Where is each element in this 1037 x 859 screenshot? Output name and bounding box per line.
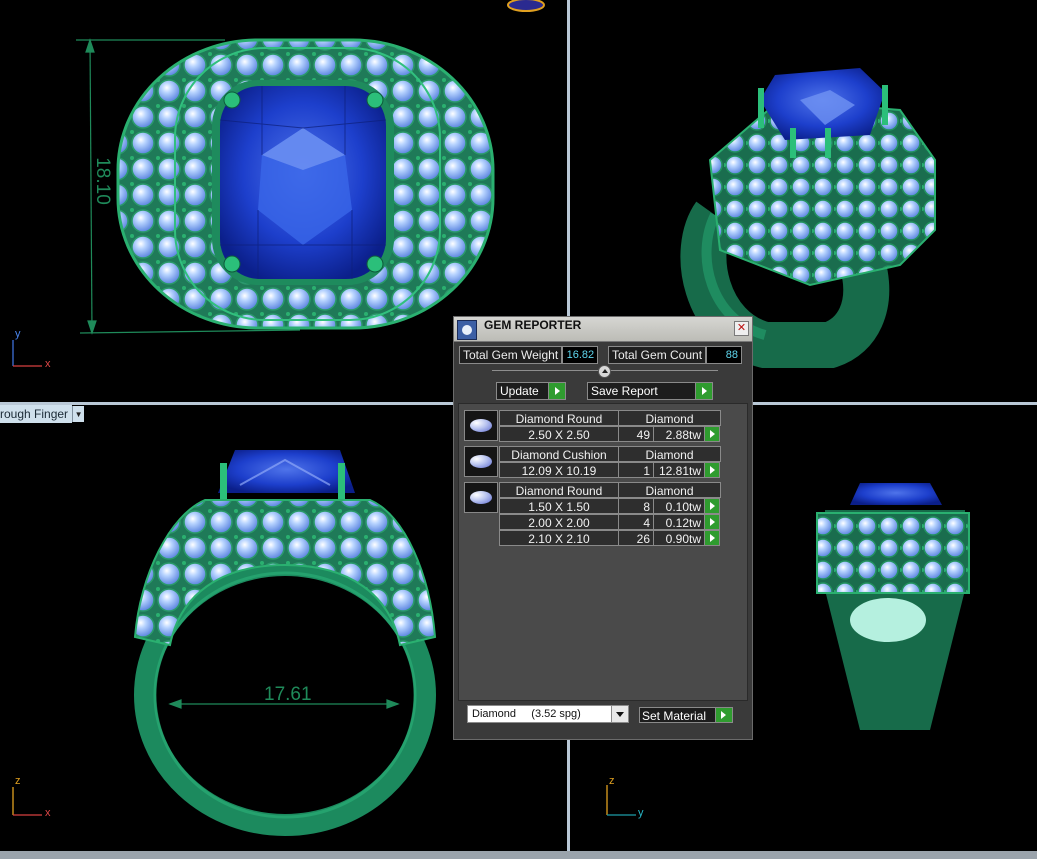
gem-group-name: Diamond Round [499,410,619,426]
gem-size: 2.50 X 2.50 [499,426,619,442]
total-gem-weight-row: Total Gem Weight 16.82 [459,346,599,364]
gem-group-name: Diamond Round [499,482,619,498]
gem-weight: 0.90tw [653,530,705,546]
select-gems-button[interactable] [704,426,720,442]
select-gems-button[interactable] [704,514,720,530]
chevron-down-icon[interactable] [611,706,628,722]
select-gems-button[interactable] [704,530,720,546]
play-icon [715,708,732,722]
axis-z-label: z [609,775,615,787]
axis-z-label: z [15,775,21,787]
set-material-button-label: Set Material [642,709,707,723]
dimension-height-label: 18.10 [91,157,113,205]
gem-size: 1.50 X 1.50 [499,498,619,514]
axis-y-label: y [15,328,21,340]
gem-count: 1 [618,462,654,478]
status-bar [0,851,1037,859]
update-button-label: Update [500,384,539,398]
gem-group-name: Diamond Cushion [499,446,619,462]
gem-weight: 2.88tw [653,426,705,442]
select-gems-button[interactable] [704,498,720,514]
total-gem-weight-label: Total Gem Weight [459,346,563,364]
total-gem-count-row: Total Gem Count 88 [608,346,743,364]
round-diamond-icon[interactable] [464,482,498,513]
gem-list[interactable]: Diamond Round Diamond 2.50 X 2.50 49 2.8… [458,403,748,701]
gem-count: 26 [618,530,654,546]
total-gem-weight-value: 16.82 [562,346,599,364]
axis-x-label: x [45,807,51,819]
gem-reporter-logo-icon [457,320,477,340]
chevron-down-icon[interactable]: ▼ [72,406,85,422]
top-view-gizmo-icon[interactable] [0,0,567,20]
axis-y-label: y [638,807,644,819]
total-gem-count-label: Total Gem Count [608,346,707,364]
view-mode-dropdown[interactable]: rough Finger ▼ [0,405,85,423]
gem-weight: 0.10tw [653,498,705,514]
gem-group-material: Diamond [618,482,721,498]
gem-count: 4 [618,514,654,530]
gem-weight: 0.12tw [653,514,705,530]
gem-size: 12.09 X 10.19 [499,462,619,478]
round-diamond-icon[interactable] [464,410,498,441]
play-icon [548,383,565,399]
axis-x-label: x [45,358,51,370]
gem-group-material: Diamond [618,446,721,462]
gem-count: 8 [618,498,654,514]
set-material-button[interactable]: Set Material [639,707,733,723]
update-button[interactable]: Update [496,382,566,400]
gem-weight: 12.81tw [653,462,705,478]
view-mode-label: rough Finger [0,405,73,423]
gem-reporter-panel: GEM REPORTER ✕ Total Gem Weight 16.82 To… [453,316,753,740]
panel-splitter-handle[interactable] [598,365,611,378]
gem-size: 2.00 X 2.00 [499,514,619,530]
material-select[interactable]: Diamond (3.52 spg) [467,705,629,723]
gem-reporter-title: GEM REPORTER [484,318,582,332]
dimension-width-label: 17.61 [264,684,312,705]
save-report-button[interactable]: Save Report [587,382,713,400]
total-gem-count-value: 88 [706,346,743,364]
gem-count: 49 [618,426,654,442]
select-gems-button[interactable] [704,462,720,478]
save-report-button-label: Save Report [591,384,658,398]
cushion-diamond-icon[interactable] [464,446,498,477]
gem-group-material: Diamond [618,410,721,426]
close-icon[interactable]: ✕ [734,321,749,336]
gem-reporter-titlebar[interactable]: GEM REPORTER ✕ [454,317,752,342]
material-select-value: Diamond (3.52 spg) [472,708,581,720]
play-icon [695,383,712,399]
gem-size: 2.10 X 2.10 [499,530,619,546]
